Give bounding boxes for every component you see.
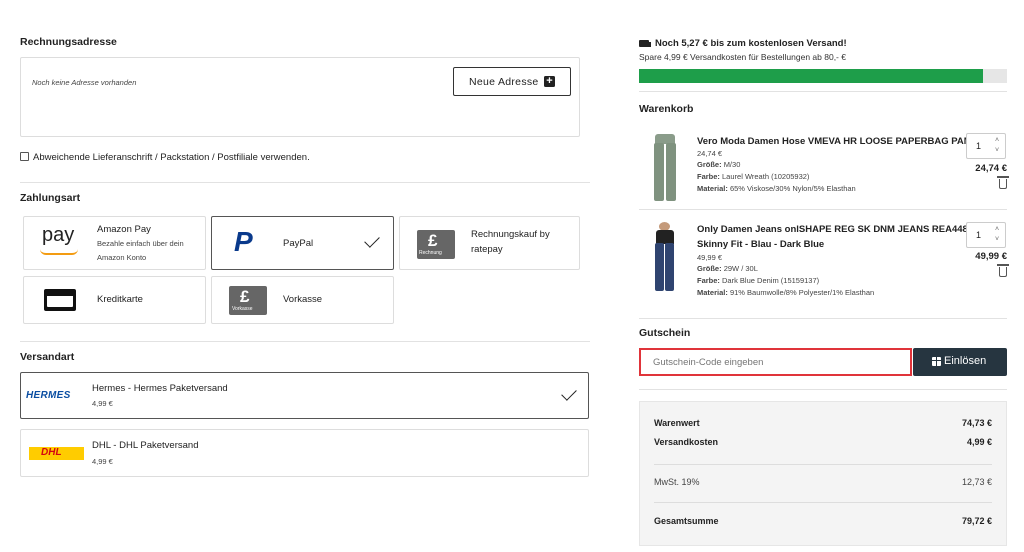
cart-item-total: 49,99 € xyxy=(975,251,1007,262)
alt-shipping-checkbox[interactable] xyxy=(20,152,29,161)
invoice-name-2: ratepay xyxy=(471,244,503,255)
divider xyxy=(639,91,1007,92)
product-image-jeans[interactable] xyxy=(651,222,679,292)
divider xyxy=(639,318,1007,319)
summary-vat-value: 12,73 € xyxy=(961,477,992,487)
quantity-value: 1 xyxy=(976,141,982,151)
credit-card-name: Kreditkarte xyxy=(97,294,143,305)
alt-shipping-label: Abweichende Lieferanschrift / Packstatio… xyxy=(33,152,310,163)
summary-goods-value: 74,73 € xyxy=(961,418,992,428)
credit-card-icon xyxy=(44,289,76,311)
order-summary: Warenwert 74,73 € Versandkosten 4,99 € M… xyxy=(639,401,1007,546)
gift-icon xyxy=(932,357,941,366)
chevron-down-icon[interactable]: ˅ xyxy=(992,235,1002,245)
divider xyxy=(20,341,590,342)
voucher-title: Gutschein xyxy=(639,327,691,339)
quantity-value: 1 xyxy=(976,230,982,240)
cart-item-size: 29W / 30L xyxy=(723,264,758,273)
billing-address-box: Noch keine Adresse vorhanden Neue Adress… xyxy=(20,57,580,137)
selected-check-icon xyxy=(561,385,577,401)
no-address-text: Noch keine Adresse vorhanden xyxy=(32,78,137,87)
amazon-pay-desc-1: Bezahle einfach über dein xyxy=(97,239,184,248)
invoice-icon: £ Rechnung xyxy=(417,230,455,259)
cart-item-material: 91% Baumwolle/8% Polyester/1% Elasthan xyxy=(729,288,875,297)
product-image-pants[interactable] xyxy=(651,134,679,202)
selected-check-icon xyxy=(364,232,380,248)
redeem-voucher-button[interactable]: Einlösen xyxy=(913,348,1007,376)
voucher-code-input[interactable] xyxy=(639,348,912,376)
cart-title: Warenkorb xyxy=(639,103,694,115)
payment-option-amazon-pay[interactable]: pay Amazon Pay Bezahle einfach über dein… xyxy=(23,216,206,270)
free-shipping-progress xyxy=(639,69,1007,83)
cart-item-color: Dark Blue Denim (15159137) xyxy=(722,276,820,285)
billing-title: Rechnungsadresse xyxy=(20,36,117,48)
summary-shipping-value: 4,99 € xyxy=(966,437,992,447)
cart-item-material: 65% Viskose/30% Nylon/5% Elasthan xyxy=(729,184,856,193)
cart-item: Only Damen Jeans onlSHAPE REG SK DNM JEA… xyxy=(639,216,1009,300)
paypal-name: PayPal xyxy=(283,238,314,249)
summary-total-value: 79,72 € xyxy=(961,516,992,526)
amazon-pay-logo: pay xyxy=(42,224,75,246)
divider xyxy=(654,502,992,503)
amazon-pay-desc-2: Amazon Konto xyxy=(97,253,147,262)
summary-vat-label: MwSt. 19% xyxy=(654,477,700,487)
summary-goods-row: Warenwert 74,73 € xyxy=(654,418,992,428)
free-shipping-headline: Noch 5,27 € bis zum kostenlosen Versand! xyxy=(655,38,847,49)
shipping-title: Versandart xyxy=(20,351,75,363)
invoice-name-1: Rechnungskauf by xyxy=(471,229,550,240)
quantity-stepper[interactable]: 1 ˄ ˅ xyxy=(966,222,1006,248)
divider xyxy=(639,389,1007,390)
divider xyxy=(639,209,1007,210)
hermes-logo: HERMES xyxy=(26,390,71,401)
cart-item-color: Laurel Wreath (10205932) xyxy=(722,172,810,181)
payment-option-credit-card[interactable]: Kreditkarte xyxy=(23,276,206,324)
dhl-name: DHL - DHL Paketversand xyxy=(92,440,199,451)
hermes-price: 4,99 € xyxy=(92,399,113,408)
summary-vat-row: MwSt. 19% 12,73 € xyxy=(654,477,992,487)
chevron-down-icon[interactable]: ˅ xyxy=(992,146,1002,156)
cart-item-size: M/30 xyxy=(723,160,741,169)
truck-icon xyxy=(639,40,651,47)
prepay-icon: £ Vorkasse xyxy=(229,286,267,315)
cart-item-title-line-2[interactable]: Skinny Fit - Blau - Dark Blue xyxy=(697,239,824,250)
cart-item: Vero Moda Damen Hose VMEVA HR LOOSE PAPE… xyxy=(639,128,1009,208)
payment-option-prepay[interactable]: £ Vorkasse Vorkasse xyxy=(211,276,394,324)
dhl-price: 4,99 € xyxy=(92,457,113,466)
cart-item-title[interactable]: Only Damen Jeans onlSHAPE REG SK DNM JEA… xyxy=(697,224,979,235)
cart-item-title[interactable]: Vero Moda Damen Hose VMEVA HR LOOSE PAPE… xyxy=(697,136,976,147)
cart-item-total: 24,74 € xyxy=(975,163,1007,174)
amazon-pay-name: Amazon Pay xyxy=(97,224,151,235)
summary-total-row: Gesamtsumme 79,72 € xyxy=(654,516,992,526)
chevron-up-icon[interactable]: ˄ xyxy=(992,136,1002,146)
shipping-option-dhl[interactable]: DHL DHL - DHL Paketversand 4,99 € xyxy=(20,429,589,477)
hermes-name: Hermes - Hermes Paketversand xyxy=(92,383,228,394)
summary-shipping-row: Versandkosten 4,99 € xyxy=(654,437,992,447)
dhl-logo: DHL xyxy=(29,447,84,460)
summary-total-label: Gesamtsumme xyxy=(654,516,719,526)
new-address-label: Neue Adresse xyxy=(469,76,539,88)
payment-option-invoice[interactable]: £ Rechnung Rechnungskauf by ratepay xyxy=(399,216,580,270)
plus-icon: + xyxy=(544,76,555,87)
redeem-label: Einlösen xyxy=(944,355,987,367)
new-address-button[interactable]: Neue Adresse + xyxy=(453,67,571,96)
payment-option-paypal[interactable]: P PayPal xyxy=(211,216,394,270)
chevron-up-icon[interactable]: ˄ xyxy=(992,225,1002,235)
shipping-option-hermes[interactable]: HERMES Hermes - Hermes Paketversand 4,99… xyxy=(20,372,589,419)
summary-shipping-label: Versandkosten xyxy=(654,437,719,447)
trash-icon[interactable] xyxy=(997,176,1009,189)
trash-icon[interactable] xyxy=(997,264,1009,277)
amazon-smile-icon xyxy=(40,249,78,255)
paypal-logo: P xyxy=(234,226,253,257)
summary-goods-label: Warenwert xyxy=(654,418,700,428)
divider xyxy=(20,182,590,183)
free-shipping-subline: Spare 4,99 € Versandkosten für Bestellun… xyxy=(639,52,846,62)
quantity-stepper[interactable]: 1 ˄ ˅ xyxy=(966,133,1006,159)
divider xyxy=(654,464,992,465)
free-shipping-progress-fill xyxy=(639,69,983,83)
prepay-name: Vorkasse xyxy=(283,294,323,305)
payment-title: Zahlungsart xyxy=(20,192,81,204)
